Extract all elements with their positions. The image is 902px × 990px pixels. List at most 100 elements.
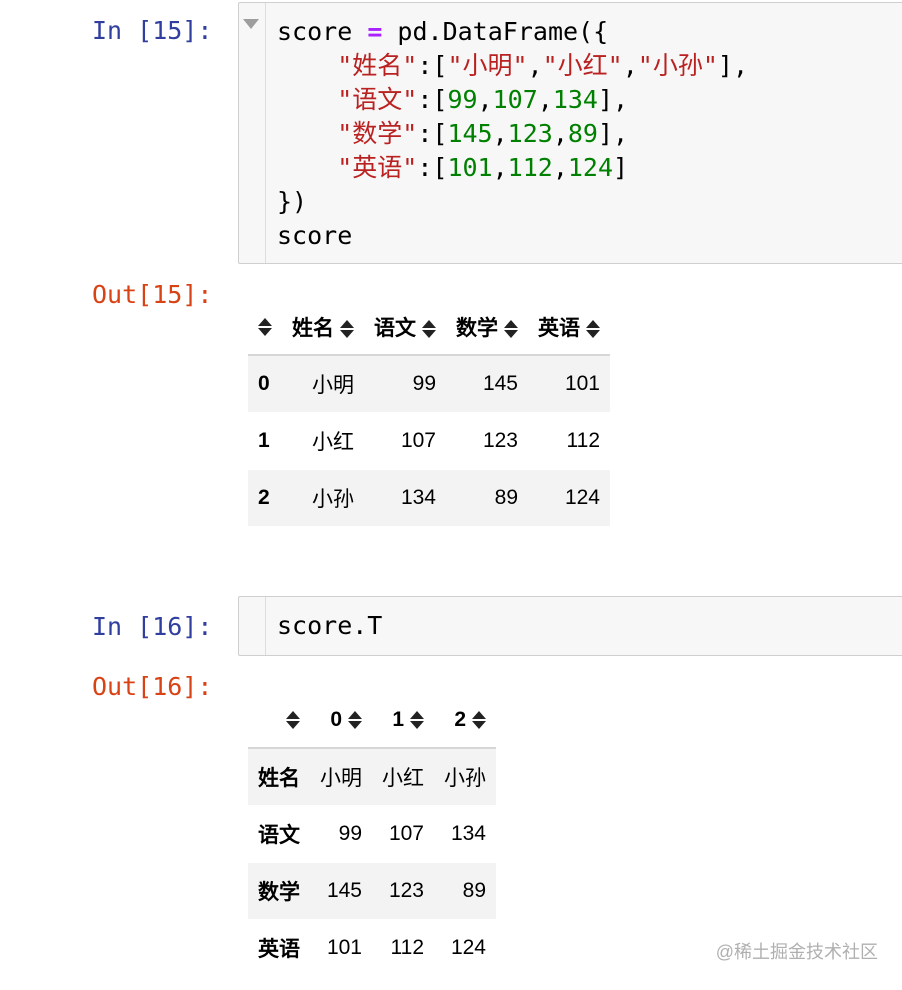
index-header[interactable] bbox=[248, 693, 310, 749]
table-cell: 124 bbox=[528, 469, 610, 526]
row-index: 英语 bbox=[248, 919, 310, 976]
sort-icon[interactable] bbox=[258, 317, 272, 337]
code-cell-15[interactable]: score = pd.DataFrame({ "姓名":["小明","小红","… bbox=[238, 2, 902, 264]
code-token-plain: pd.DataFrame({ bbox=[382, 17, 609, 46]
code-token-str: "英语" bbox=[337, 153, 418, 182]
code-token-num: 107 bbox=[492, 85, 538, 114]
code-token-str: "小红" bbox=[542, 51, 623, 80]
output-prompt-15: Out[15]: bbox=[92, 280, 213, 309]
sort-icon[interactable] bbox=[472, 710, 486, 730]
code-token-plain: score bbox=[277, 221, 353, 250]
table-cell: 99 bbox=[310, 805, 372, 863]
sort-icon[interactable] bbox=[504, 319, 518, 339]
code-token-plain: :[ bbox=[417, 51, 448, 80]
table-cell: 小明 bbox=[312, 374, 354, 397]
code-token-plain: score bbox=[277, 17, 368, 46]
code-token-num: 99 bbox=[447, 85, 478, 114]
table-cell: 101 bbox=[564, 372, 600, 395]
cell-gutter bbox=[239, 3, 266, 263]
code-token-plain: ] bbox=[613, 153, 629, 182]
column-header[interactable]: 英语 bbox=[528, 300, 610, 356]
column-header-label: 语文 bbox=[374, 317, 416, 340]
row-index: 1 bbox=[248, 412, 282, 470]
code-token-num: 145 bbox=[447, 119, 493, 148]
sort-icon[interactable] bbox=[422, 319, 436, 339]
table-cell: 123 bbox=[372, 862, 434, 920]
sort-icon[interactable] bbox=[586, 319, 600, 339]
table-row: 1 小红 107 123 112 bbox=[248, 412, 610, 470]
column-header-label: 1 bbox=[392, 708, 404, 731]
code-token-str: "语文" bbox=[337, 85, 418, 114]
code-token-plain: score.T bbox=[277, 611, 383, 640]
code-token-plain: :[ bbox=[417, 153, 448, 182]
code-token-str: "姓名" bbox=[337, 51, 418, 80]
table-cell: 112 bbox=[528, 412, 610, 470]
table-cell: 145 bbox=[482, 372, 518, 395]
table-cell: 小孙 bbox=[282, 469, 364, 526]
table-cell: 小明 bbox=[320, 767, 362, 790]
column-header-label: 0 bbox=[330, 708, 342, 731]
column-header[interactable]: 2 bbox=[434, 693, 496, 749]
table-cell: 小红 bbox=[282, 412, 364, 470]
table-cell: 107 bbox=[364, 412, 446, 470]
table-cell: 89 bbox=[446, 469, 528, 526]
column-header[interactable]: 数学 bbox=[446, 300, 528, 356]
column-header-label: 姓名 bbox=[292, 317, 334, 340]
table-row: 姓名 小明 小红 小孙 bbox=[248, 748, 496, 806]
row-index: 2 bbox=[248, 469, 282, 526]
caret-down-icon[interactable] bbox=[243, 19, 259, 29]
table-cell: 101 bbox=[310, 919, 372, 976]
sort-icon[interactable] bbox=[410, 710, 424, 730]
sort-icon[interactable] bbox=[348, 710, 362, 730]
code-editor[interactable]: score.T bbox=[277, 609, 382, 643]
code-token-num: 123 bbox=[507, 119, 553, 148]
column-header-label: 数学 bbox=[456, 317, 498, 340]
table-cell: 124 bbox=[434, 919, 496, 976]
sort-icon[interactable] bbox=[286, 710, 300, 730]
input-prompt-16: In [16]: bbox=[92, 612, 213, 641]
table-row: 数学 145 123 89 bbox=[248, 862, 496, 920]
code-token-plain: :[ bbox=[417, 119, 448, 148]
code-token-op: = bbox=[367, 17, 383, 46]
table-cell: 134 bbox=[364, 469, 446, 526]
code-token-plain: , bbox=[622, 51, 638, 80]
row-index: 0 bbox=[258, 372, 270, 395]
table-cell: 107 bbox=[372, 805, 434, 863]
code-token-num: 89 bbox=[567, 119, 598, 148]
code-token-str: "小孙" bbox=[637, 51, 718, 80]
sort-icon[interactable] bbox=[340, 319, 354, 339]
table-header-row: 0 1 2 bbox=[248, 693, 496, 749]
row-index: 语文 bbox=[248, 805, 310, 863]
cell-gutter bbox=[239, 597, 266, 655]
index-header[interactable] bbox=[248, 300, 282, 356]
table-row: 语文 99 107 134 bbox=[248, 805, 496, 863]
input-prompt-15: In [15]: bbox=[92, 16, 213, 45]
column-header-label: 英语 bbox=[538, 317, 580, 340]
watermark: @稀土掘金技术社区 bbox=[715, 942, 878, 962]
dataframe-output: 姓名 语文 数学 英语 0 小明 99 145 101 1 小红 107 123 112 2 小孙 134 89 1… bbox=[248, 300, 610, 526]
column-header[interactable]: 0 bbox=[310, 693, 372, 749]
table-cell: 89 bbox=[434, 862, 496, 920]
row-index: 数学 bbox=[248, 862, 310, 920]
table-header-row: 姓名 语文 数学 英语 bbox=[248, 300, 610, 356]
table-cell: 145 bbox=[310, 862, 372, 920]
code-token-num: 134 bbox=[552, 85, 598, 114]
code-token-str: "数学" bbox=[337, 119, 418, 148]
code-token-plain: }) bbox=[277, 187, 308, 216]
table-row: 2 小孙 134 89 124 bbox=[248, 469, 610, 526]
table-row: 英语 101 112 124 bbox=[248, 919, 496, 976]
code-token-num: 101 bbox=[447, 153, 493, 182]
code-editor[interactable]: score = pd.DataFrame({ "姓名":["小明","小红","… bbox=[277, 15, 748, 253]
code-token-plain: , bbox=[552, 153, 568, 182]
column-header[interactable]: 姓名 bbox=[282, 300, 364, 356]
code-cell-16[interactable]: score.T bbox=[238, 596, 902, 656]
column-header[interactable]: 语文 bbox=[364, 300, 446, 356]
output-prompt-16: Out[16]: bbox=[92, 672, 213, 701]
column-header[interactable]: 1 bbox=[372, 693, 434, 749]
column-header-label: 2 bbox=[454, 708, 466, 731]
code-token-plain: ], bbox=[597, 85, 629, 114]
code-token-plain: , bbox=[537, 85, 553, 114]
table-cell: 小红 bbox=[382, 767, 424, 790]
